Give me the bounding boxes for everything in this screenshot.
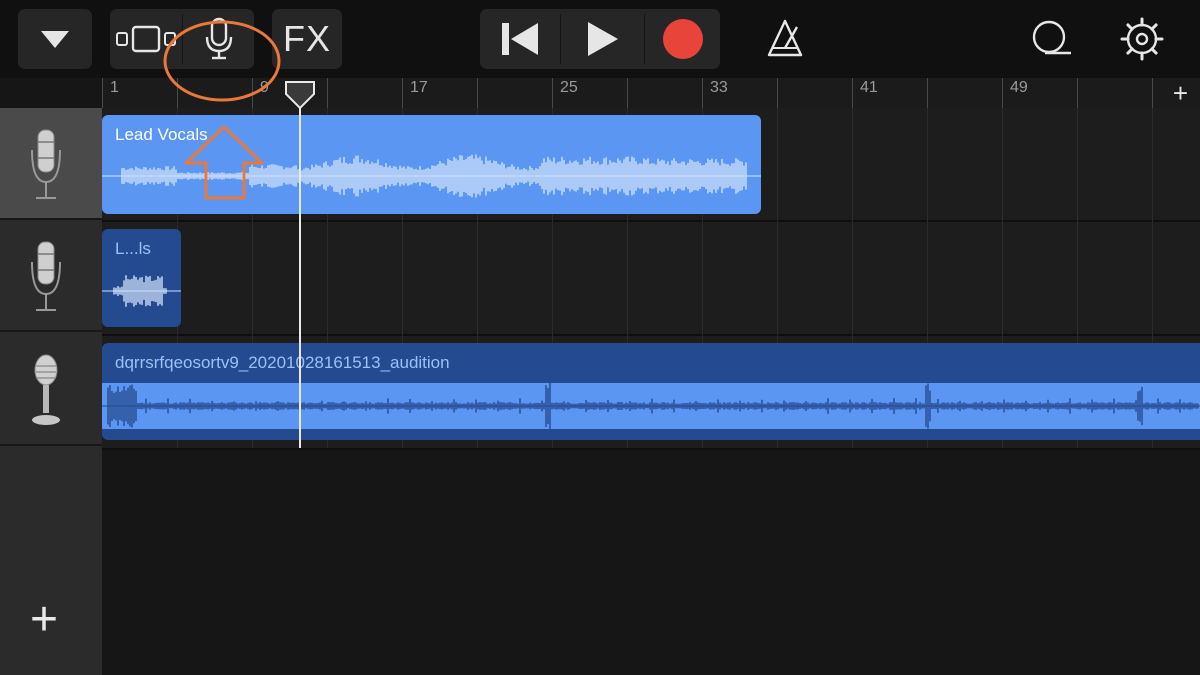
- tracks-area[interactable]: Lead Vocals L...ls dqrrsrfqeosortv9_2020…: [102, 108, 1200, 675]
- bar-number: 41: [860, 79, 878, 96]
- condenser-mic-icon: [31, 129, 61, 199]
- ruler-tick: [402, 78, 403, 108]
- track-header-lead-vocals[interactable]: [0, 108, 102, 220]
- waveform: [102, 275, 181, 307]
- bar-ruler[interactable]: 1 9 17 25 33 41 49 +: [102, 78, 1200, 109]
- tracks-view-icon: [116, 25, 176, 53]
- track-headers: +: [0, 108, 102, 675]
- tracks-view-button[interactable]: [110, 9, 182, 69]
- bar-number: 1: [110, 79, 119, 96]
- audio-region-lead-vocals[interactable]: Lead Vocals: [102, 115, 761, 214]
- condenser-mic-icon: [31, 241, 61, 311]
- settings-button[interactable]: [1112, 9, 1172, 69]
- play-icon: [587, 22, 618, 56]
- ruler-tick: [852, 78, 853, 108]
- add-section-button[interactable]: +: [1173, 78, 1188, 108]
- playhead[interactable]: [299, 86, 301, 448]
- metronome-icon: [767, 19, 803, 57]
- ruler-tick: [1002, 78, 1003, 108]
- bar-number: 17: [410, 79, 428, 96]
- record-button[interactable]: [645, 9, 720, 69]
- fx-button[interactable]: FX: [272, 9, 342, 69]
- ruler-tick: [177, 78, 178, 108]
- loop-browser-button[interactable]: [1020, 9, 1080, 69]
- loop-icon: [1032, 20, 1071, 55]
- bar-number: 33: [710, 79, 728, 96]
- ruler-tick: [552, 78, 553, 108]
- ruler-tick: [1077, 78, 1078, 108]
- settings-gear-icon: [1120, 17, 1164, 61]
- bar-number: 25: [560, 79, 578, 96]
- bar-number: 9: [260, 79, 269, 96]
- waveform: [102, 382, 1200, 430]
- ruler-tick: [702, 78, 703, 108]
- track-header-vocals-2[interactable]: [0, 220, 102, 332]
- browser-button[interactable]: [183, 9, 255, 69]
- add-track-button[interactable]: +: [30, 596, 58, 644]
- record-icon: [662, 19, 703, 59]
- playhead-handle[interactable]: [284, 80, 316, 110]
- ruler-tick: [777, 78, 778, 108]
- ruler-tick: [252, 78, 253, 108]
- vintage-mic-icon: [32, 354, 60, 425]
- bar-number: 49: [1010, 79, 1028, 96]
- ruler-tick: [327, 78, 328, 108]
- control-bar: FX: [0, 0, 1200, 78]
- audio-region-vocals-2[interactable]: L...ls: [102, 229, 181, 327]
- skip-back-icon: [502, 23, 538, 55]
- track-lane[interactable]: [102, 222, 1200, 336]
- dropdown-triangle-icon: [41, 31, 69, 48]
- ruler-tick: [102, 78, 103, 108]
- fx-label: FX: [282, 18, 331, 59]
- audio-region-audition[interactable]: dqrrsrfqeosortv9_20201028161513_audition: [102, 343, 1200, 440]
- ruler-tick: [927, 78, 928, 108]
- my-songs-button[interactable]: [18, 9, 92, 69]
- metronome-button[interactable]: [755, 9, 815, 69]
- go-to-beginning-button[interactable]: [480, 9, 560, 69]
- waveform: [102, 154, 761, 198]
- ruler-tick: [1152, 78, 1153, 108]
- microphone-icon: [205, 17, 233, 60]
- play-button[interactable]: [561, 9, 644, 69]
- ruler-tick: [477, 78, 478, 108]
- track-header-audition[interactable]: [0, 334, 102, 446]
- ruler-tick: [627, 78, 628, 108]
